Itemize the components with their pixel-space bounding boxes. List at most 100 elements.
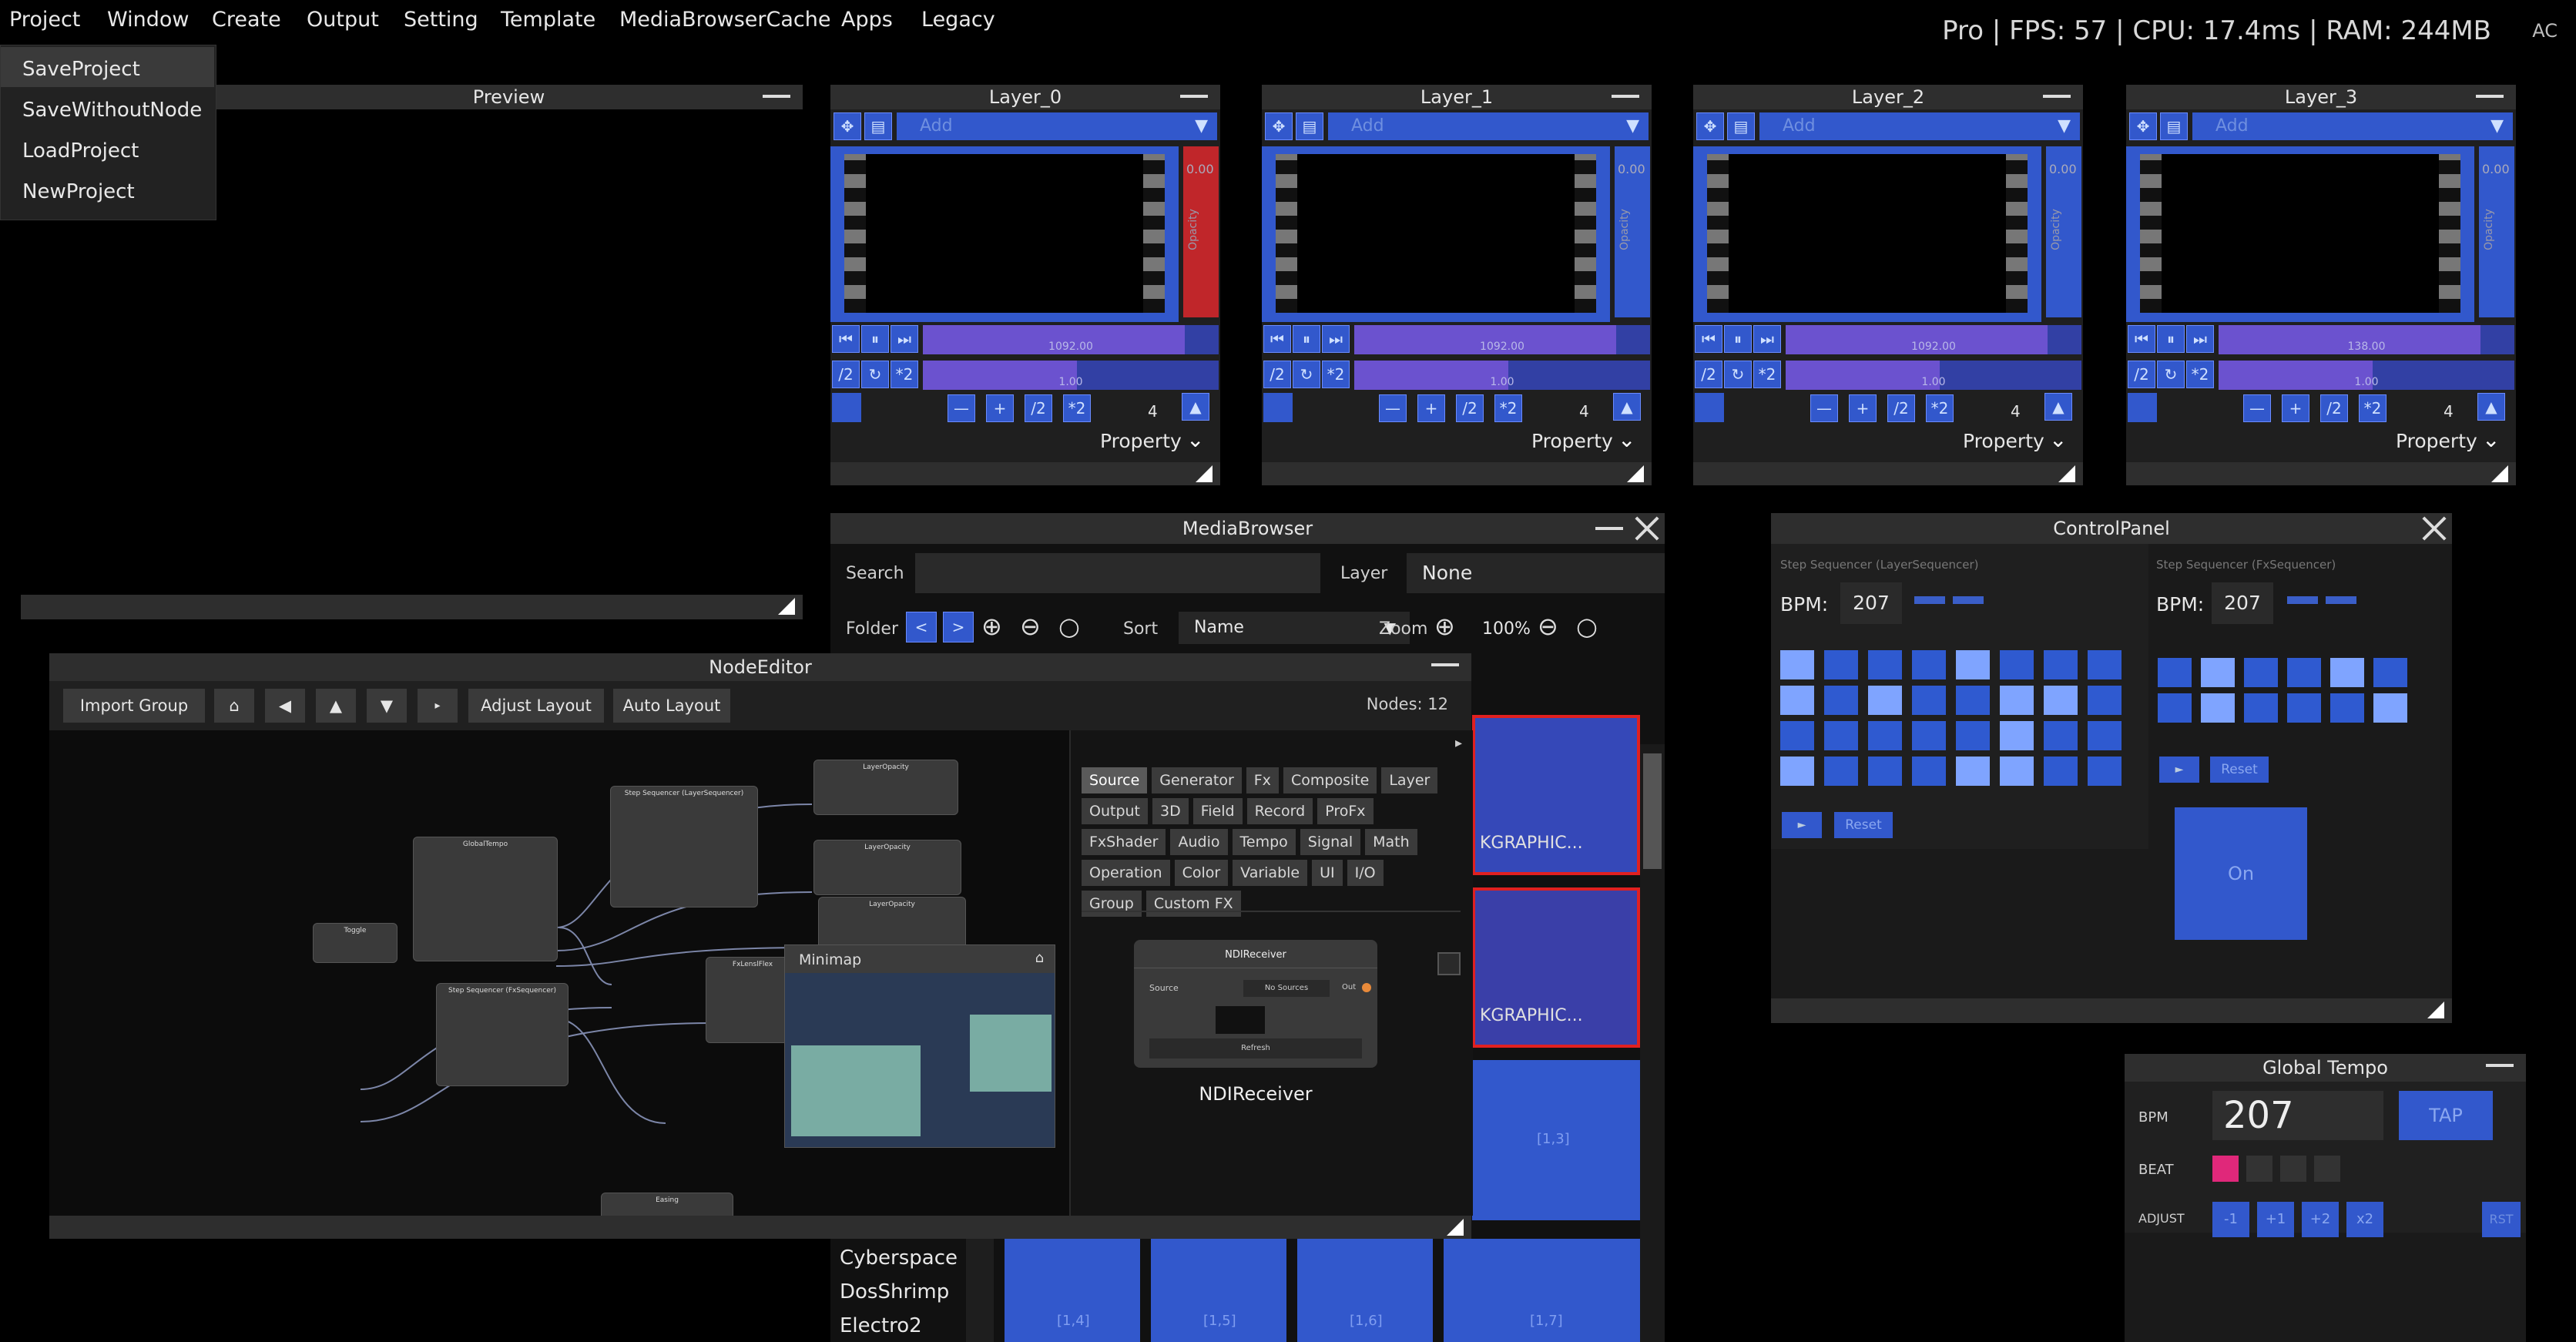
opacity-slider[interactable]: 0.00 Opacity — [1615, 146, 1650, 317]
bpm-minus-one-button[interactable]: -1 — [2212, 1202, 2249, 1237]
node-preview-refresh-button[interactable]: Refresh — [1149, 1038, 1362, 1059]
graph-node-step-sequencer-fx[interactable]: Step Sequencer (FxSequencer) — [436, 983, 569, 1086]
folder-back-icon[interactable]: < — [906, 612, 937, 642]
double-speed-button[interactable]: *2 — [2186, 361, 2214, 388]
sequencer-step[interactable] — [2158, 693, 2192, 723]
sequencer-step[interactable] — [2158, 658, 2192, 687]
minus-icon[interactable]: — — [948, 394, 975, 422]
bpm-value[interactable]: 207 — [2212, 582, 2273, 624]
opacity-slider[interactable]: 0.00 Opacity — [2479, 146, 2514, 317]
half-speed-button[interactable]: /2 — [832, 361, 860, 388]
menu-item-load-project[interactable]: LoadProject — [22, 139, 139, 163]
resize-handle-icon[interactable] — [2058, 465, 2075, 482]
media-thumbnail[interactable]: KGRAPHIC... — [1472, 715, 1640, 875]
sequencer-step[interactable] — [2244, 693, 2278, 723]
menu-create[interactable]: Create — [212, 8, 281, 32]
double-speed-button[interactable]: *2 — [1753, 361, 1781, 388]
arrow-up-icon[interactable]: ▲ — [316, 689, 356, 723]
rate-slider[interactable]: 1.00 — [2219, 361, 2514, 390]
bpm-value[interactable]: 207 — [2212, 1091, 2383, 1140]
scrollbar-thumb[interactable] — [1643, 753, 1662, 869]
sequencer-step[interactable] — [1824, 757, 1858, 786]
reset-button[interactable]: Reset — [2210, 757, 2269, 783]
half-button[interactable]: /2 — [1025, 394, 1052, 422]
category-tag[interactable]: Color — [1174, 860, 1229, 886]
sequencer-step[interactable] — [2044, 650, 2078, 679]
opacity-slider[interactable]: 0.00 Opacity — [2046, 146, 2081, 317]
chevron-down-icon[interactable]: ⌄ — [2049, 427, 2067, 452]
sequencer-step[interactable] — [1868, 757, 1902, 786]
category-tag[interactable]: Custom FX — [1145, 891, 1241, 917]
graph-node-global-tempo[interactable]: GlobalTempo — [413, 837, 558, 961]
minimize-icon[interactable] — [763, 95, 790, 98]
menu-item-save-without-node[interactable]: SaveWithoutNode — [22, 99, 202, 122]
sequencer-step[interactable] — [1956, 650, 1990, 679]
layer-select-button[interactable] — [1263, 393, 1293, 422]
speed-slider[interactable]: 138.00 — [2219, 325, 2514, 354]
half-button[interactable]: /2 — [1887, 394, 1915, 422]
media-thumbnail[interactable]: [1,7] — [1444, 1239, 1640, 1342]
plus-icon[interactable]: + — [1849, 394, 1877, 422]
sort-select[interactable]: Name ▼ — [1179, 612, 1410, 644]
sequencer-step[interactable] — [1956, 757, 1990, 786]
metronome-icon[interactable]: ▲ — [1182, 393, 1209, 421]
media-scrollbar[interactable] — [1640, 744, 1665, 1342]
sequencer-step[interactable] — [2000, 650, 2034, 679]
category-tag[interactable]: Variable — [1233, 860, 1308, 886]
category-tag[interactable]: Source — [1082, 767, 1148, 793]
sequencer-step[interactable] — [1780, 650, 1814, 679]
minimize-icon[interactable] — [1595, 527, 1623, 530]
add-media-select[interactable]: Add ▼ — [1328, 112, 1649, 140]
category-tag[interactable]: I/O — [1347, 860, 1384, 886]
category-tag[interactable]: Field — [1192, 798, 1243, 824]
sequencer-step[interactable] — [2000, 686, 2034, 715]
sequencer-step[interactable] — [2373, 693, 2407, 723]
file-icon[interactable]: ▤ — [2160, 112, 2188, 140]
sequencer-step[interactable] — [1824, 650, 1858, 679]
minimize-icon[interactable] — [1431, 663, 1459, 666]
menu-item-new-project[interactable]: NewProject — [22, 180, 135, 203]
half-speed-button[interactable]: /2 — [1695, 361, 1722, 388]
play-icon[interactable]: ► — [2159, 757, 2199, 783]
category-tag[interactable]: Signal — [1300, 829, 1361, 855]
opacity-slider[interactable]: 0.00 Opacity — [1183, 146, 1219, 317]
graph-node-layer-opacity[interactable]: LayerOpacity — [813, 840, 961, 895]
speed-slider[interactable]: 1092.00 — [923, 325, 1219, 354]
pause-icon[interactable]: ⏸ — [861, 325, 889, 353]
category-tag[interactable]: ProFx — [1317, 798, 1374, 824]
menu-template[interactable]: Template — [501, 8, 595, 32]
folder-scrollbar[interactable] — [966, 1234, 994, 1342]
media-thumbnail[interactable]: [1,6] — [1297, 1239, 1433, 1342]
close-icon[interactable] — [1634, 515, 1660, 541]
double-speed-button[interactable]: *2 — [1322, 361, 1350, 388]
sequencer-step[interactable] — [1868, 650, 1902, 679]
node-graph-canvas[interactable]: GlobalTempo Toggle Step Sequencer (Layer… — [49, 730, 1069, 1216]
folder-item[interactable]: Cyberspace — [840, 1246, 958, 1270]
graph-node-toggle[interactable]: Toggle — [313, 923, 397, 963]
plus-icon[interactable]: + — [2282, 394, 2309, 422]
arrow-down-icon[interactable]: ▼ — [367, 689, 407, 723]
menu-apps[interactable]: Apps — [841, 8, 893, 32]
resize-handle-icon[interactable] — [1447, 1219, 1464, 1236]
category-tag[interactable]: Layer — [1381, 767, 1438, 793]
reset-tempo-button[interactable]: RST — [2482, 1202, 2521, 1237]
next-icon[interactable]: ⏭ — [2186, 325, 2214, 353]
search-icon[interactable]: ○ — [1058, 612, 1080, 641]
sequencer-step[interactable] — [1824, 686, 1858, 715]
sequencer-step[interactable] — [2000, 721, 2034, 750]
half-speed-button[interactable]: /2 — [2128, 361, 2155, 388]
sequencer-step[interactable] — [2244, 658, 2278, 687]
sequencer-step[interactable] — [2044, 686, 2078, 715]
bpm-plus-one-button[interactable]: +1 — [2257, 1202, 2294, 1237]
half-button[interactable]: /2 — [2320, 394, 2348, 422]
half-speed-button[interactable]: /2 — [1263, 361, 1291, 388]
sequencer-step[interactable] — [1956, 686, 1990, 715]
file-icon[interactable]: ▤ — [1727, 112, 1755, 140]
sequencer-step[interactable] — [2373, 658, 2407, 687]
resize-handle-icon[interactable] — [1627, 465, 1644, 482]
menu-legacy[interactable]: Legacy — [921, 8, 995, 32]
category-tag[interactable]: FxShader — [1082, 829, 1166, 855]
minimize-icon[interactable] — [1612, 95, 1639, 98]
sequencer-step[interactable] — [1780, 757, 1814, 786]
plus-icon[interactable]: + — [986, 394, 1014, 422]
